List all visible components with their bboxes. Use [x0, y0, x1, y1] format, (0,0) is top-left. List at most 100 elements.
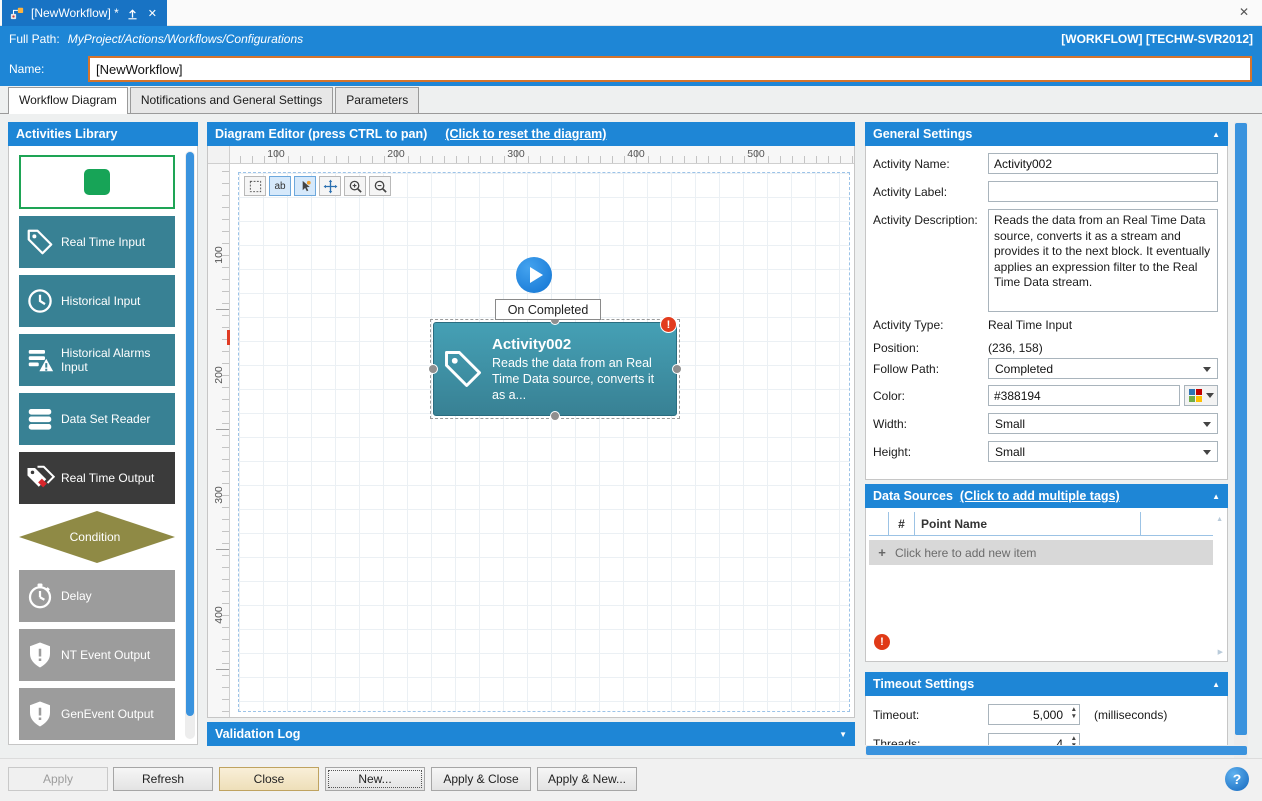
- zoom-in-tool-button[interactable]: [344, 176, 366, 196]
- validation-log-header[interactable]: Validation Log ▼: [207, 722, 855, 746]
- tags-icon: [19, 463, 61, 493]
- text-tool-label: ab: [274, 181, 285, 192]
- library-item-historical-input[interactable]: Historical Input: [19, 275, 175, 327]
- apply-new-button[interactable]: Apply & New...: [537, 767, 637, 791]
- select-region-tool-button[interactable]: [244, 176, 266, 196]
- add-new-item-label: Click here to add new item: [895, 546, 1036, 560]
- collapse-chevron-icon[interactable]: ▲: [1212, 492, 1220, 501]
- plus-icon: +: [869, 545, 895, 560]
- workflow-editor-window: [NewWorkflow] * ✕ ✕ Full Path: MyProject…: [0, 0, 1262, 801]
- tab-notifications-general-settings[interactable]: Notifications and General Settings: [130, 87, 333, 113]
- timeout-settings-title: Timeout Settings: [873, 677, 974, 691]
- activity-type-value: Real Time Input: [988, 318, 1072, 332]
- reset-diagram-link[interactable]: (Click to reset the diagram): [445, 127, 606, 141]
- follow-path-select[interactable]: Completed: [988, 358, 1218, 379]
- data-sources-header[interactable]: Data Sources (Click to add multiple tags…: [865, 484, 1228, 508]
- zoom-out-tool-button[interactable]: [369, 176, 391, 196]
- close-button[interactable]: Close: [219, 767, 319, 791]
- follow-path-value: Completed: [995, 362, 1053, 376]
- general-settings-header[interactable]: General Settings ▲: [865, 122, 1228, 146]
- width-select[interactable]: Small: [988, 413, 1218, 434]
- scroll-up-arrow-icon[interactable]: ▲: [1216, 516, 1223, 523]
- general-settings-body: Activity Name: Activity Label: Activity …: [865, 146, 1228, 480]
- library-item-real-time-input[interactable]: Real Time Input: [19, 216, 175, 268]
- collapse-chevron-icon[interactable]: ▲: [1212, 130, 1220, 139]
- full-path-value: MyProject/Actions/Workflows/Configuratio…: [68, 32, 303, 46]
- library-item-data-set-reader[interactable]: Data Set Reader: [19, 393, 175, 445]
- right-horizontal-scrollbar-thumb[interactable]: [866, 746, 1247, 755]
- collapse-chevron-icon[interactable]: ▲: [1212, 680, 1220, 689]
- tab-close-icon[interactable]: ✕: [148, 7, 157, 20]
- apply-button[interactable]: Apply: [8, 767, 108, 791]
- main-tabstrip: Workflow Diagram Notifications and Gener…: [0, 86, 1262, 114]
- follow-path-label: Follow Path:: [873, 362, 939, 376]
- color-input[interactable]: [988, 385, 1180, 406]
- ruler-label: 300: [213, 481, 225, 509]
- spinner-arrows[interactable]: ▲ ▼: [1071, 707, 1077, 720]
- tab-parameters[interactable]: Parameters: [335, 87, 419, 113]
- selection-handle-right[interactable]: [672, 364, 682, 374]
- selection-handle-left[interactable]: [428, 364, 438, 374]
- workflow-doc-icon: [10, 6, 24, 20]
- name-input[interactable]: [88, 56, 1252, 82]
- library-item-real-time-output[interactable]: Real Time Output: [19, 452, 175, 504]
- pan-tool-button[interactable]: [319, 176, 341, 196]
- diagram-toolbar: ab: [244, 176, 391, 196]
- library-item-delay[interactable]: Delay: [19, 570, 175, 622]
- start-node[interactable]: [516, 257, 552, 293]
- library-item-genevent-output[interactable]: GenEvent Output: [19, 688, 175, 740]
- point-name-column-header: Point Name: [915, 512, 1141, 535]
- pointer-tool-button[interactable]: [294, 176, 316, 196]
- timeout-input[interactable]: [988, 704, 1080, 725]
- ruler-label: 400: [213, 601, 225, 629]
- apply-close-button[interactable]: Apply & Close: [431, 767, 531, 791]
- help-button[interactable]: ?: [1225, 767, 1249, 791]
- diagram-canvas[interactable]: 100 200 300 400 500 100 200 300 400 a: [207, 146, 855, 718]
- start-block-icon: [84, 169, 110, 195]
- color-picker-button[interactable]: [1184, 385, 1218, 406]
- diagram-workarea[interactable]: [238, 172, 850, 712]
- data-sources-table-header: # Point Name: [869, 512, 1213, 536]
- library-item-condition[interactable]: Condition: [19, 511, 175, 563]
- footer-bar: Apply Refresh Close New... Apply & Close…: [0, 758, 1262, 801]
- activities-library-panel: Activities Library Real Time Input Histo…: [8, 122, 198, 745]
- color-palette-icon: [1189, 389, 1202, 402]
- ruler-selection-marker: [227, 330, 230, 345]
- library-item-nt-event-output[interactable]: NT Event Output: [19, 629, 175, 681]
- selection-handle-bottom[interactable]: [550, 411, 560, 421]
- library-scrollbar[interactable]: [185, 151, 195, 739]
- refresh-button[interactable]: Refresh: [113, 767, 213, 791]
- ruler-label: 100: [267, 148, 285, 160]
- library-scrollbar-thumb[interactable]: [186, 152, 194, 716]
- right-horizontal-scrollbar[interactable]: [865, 745, 1248, 756]
- expand-chevron-icon[interactable]: ▼: [839, 730, 847, 739]
- hash-column-header: #: [889, 512, 915, 535]
- library-item-start[interactable]: [19, 155, 175, 209]
- ruler-label: 200: [213, 361, 225, 389]
- activity-label-input[interactable]: [988, 181, 1218, 202]
- new-button[interactable]: New...: [325, 767, 425, 791]
- window-close-icon[interactable]: ✕: [1239, 5, 1249, 19]
- ruler-label: 300: [507, 148, 525, 160]
- stopwatch-icon: [19, 581, 61, 611]
- add-new-item-row[interactable]: + Click here to add new item: [869, 540, 1213, 565]
- timeout-unit-label: (milliseconds): [1094, 708, 1167, 722]
- activity-name-input[interactable]: [988, 153, 1218, 174]
- right-vertical-scrollbar-thumb[interactable]: [1235, 123, 1247, 735]
- right-vertical-scrollbar[interactable]: [1234, 122, 1248, 758]
- tab-workflow-diagram[interactable]: Workflow Diagram: [8, 87, 128, 114]
- play-icon: [530, 267, 543, 283]
- data-sources-title: Data Sources: [873, 489, 953, 503]
- activity-node[interactable]: Activity002 Reads the data from an Real …: [433, 322, 677, 416]
- spin-down-icon[interactable]: ▼: [1071, 714, 1077, 720]
- height-select[interactable]: Small: [988, 441, 1218, 462]
- pin-up-icon[interactable]: [126, 7, 139, 20]
- timeout-label: Timeout:: [873, 708, 919, 722]
- library-item-historical-alarms-input[interactable]: Historical Alarms Input: [19, 334, 175, 386]
- timeout-settings-header[interactable]: Timeout Settings ▲: [865, 672, 1228, 696]
- scroll-right-arrow-icon[interactable]: ▶: [1218, 648, 1223, 656]
- document-tab[interactable]: [NewWorkflow] * ✕: [2, 0, 167, 26]
- activity-description-textarea[interactable]: Reads the data from an Real Time Data so…: [988, 209, 1218, 312]
- text-tool-button[interactable]: ab: [269, 176, 291, 196]
- add-multiple-tags-link[interactable]: (Click to add multiple tags): [960, 489, 1120, 503]
